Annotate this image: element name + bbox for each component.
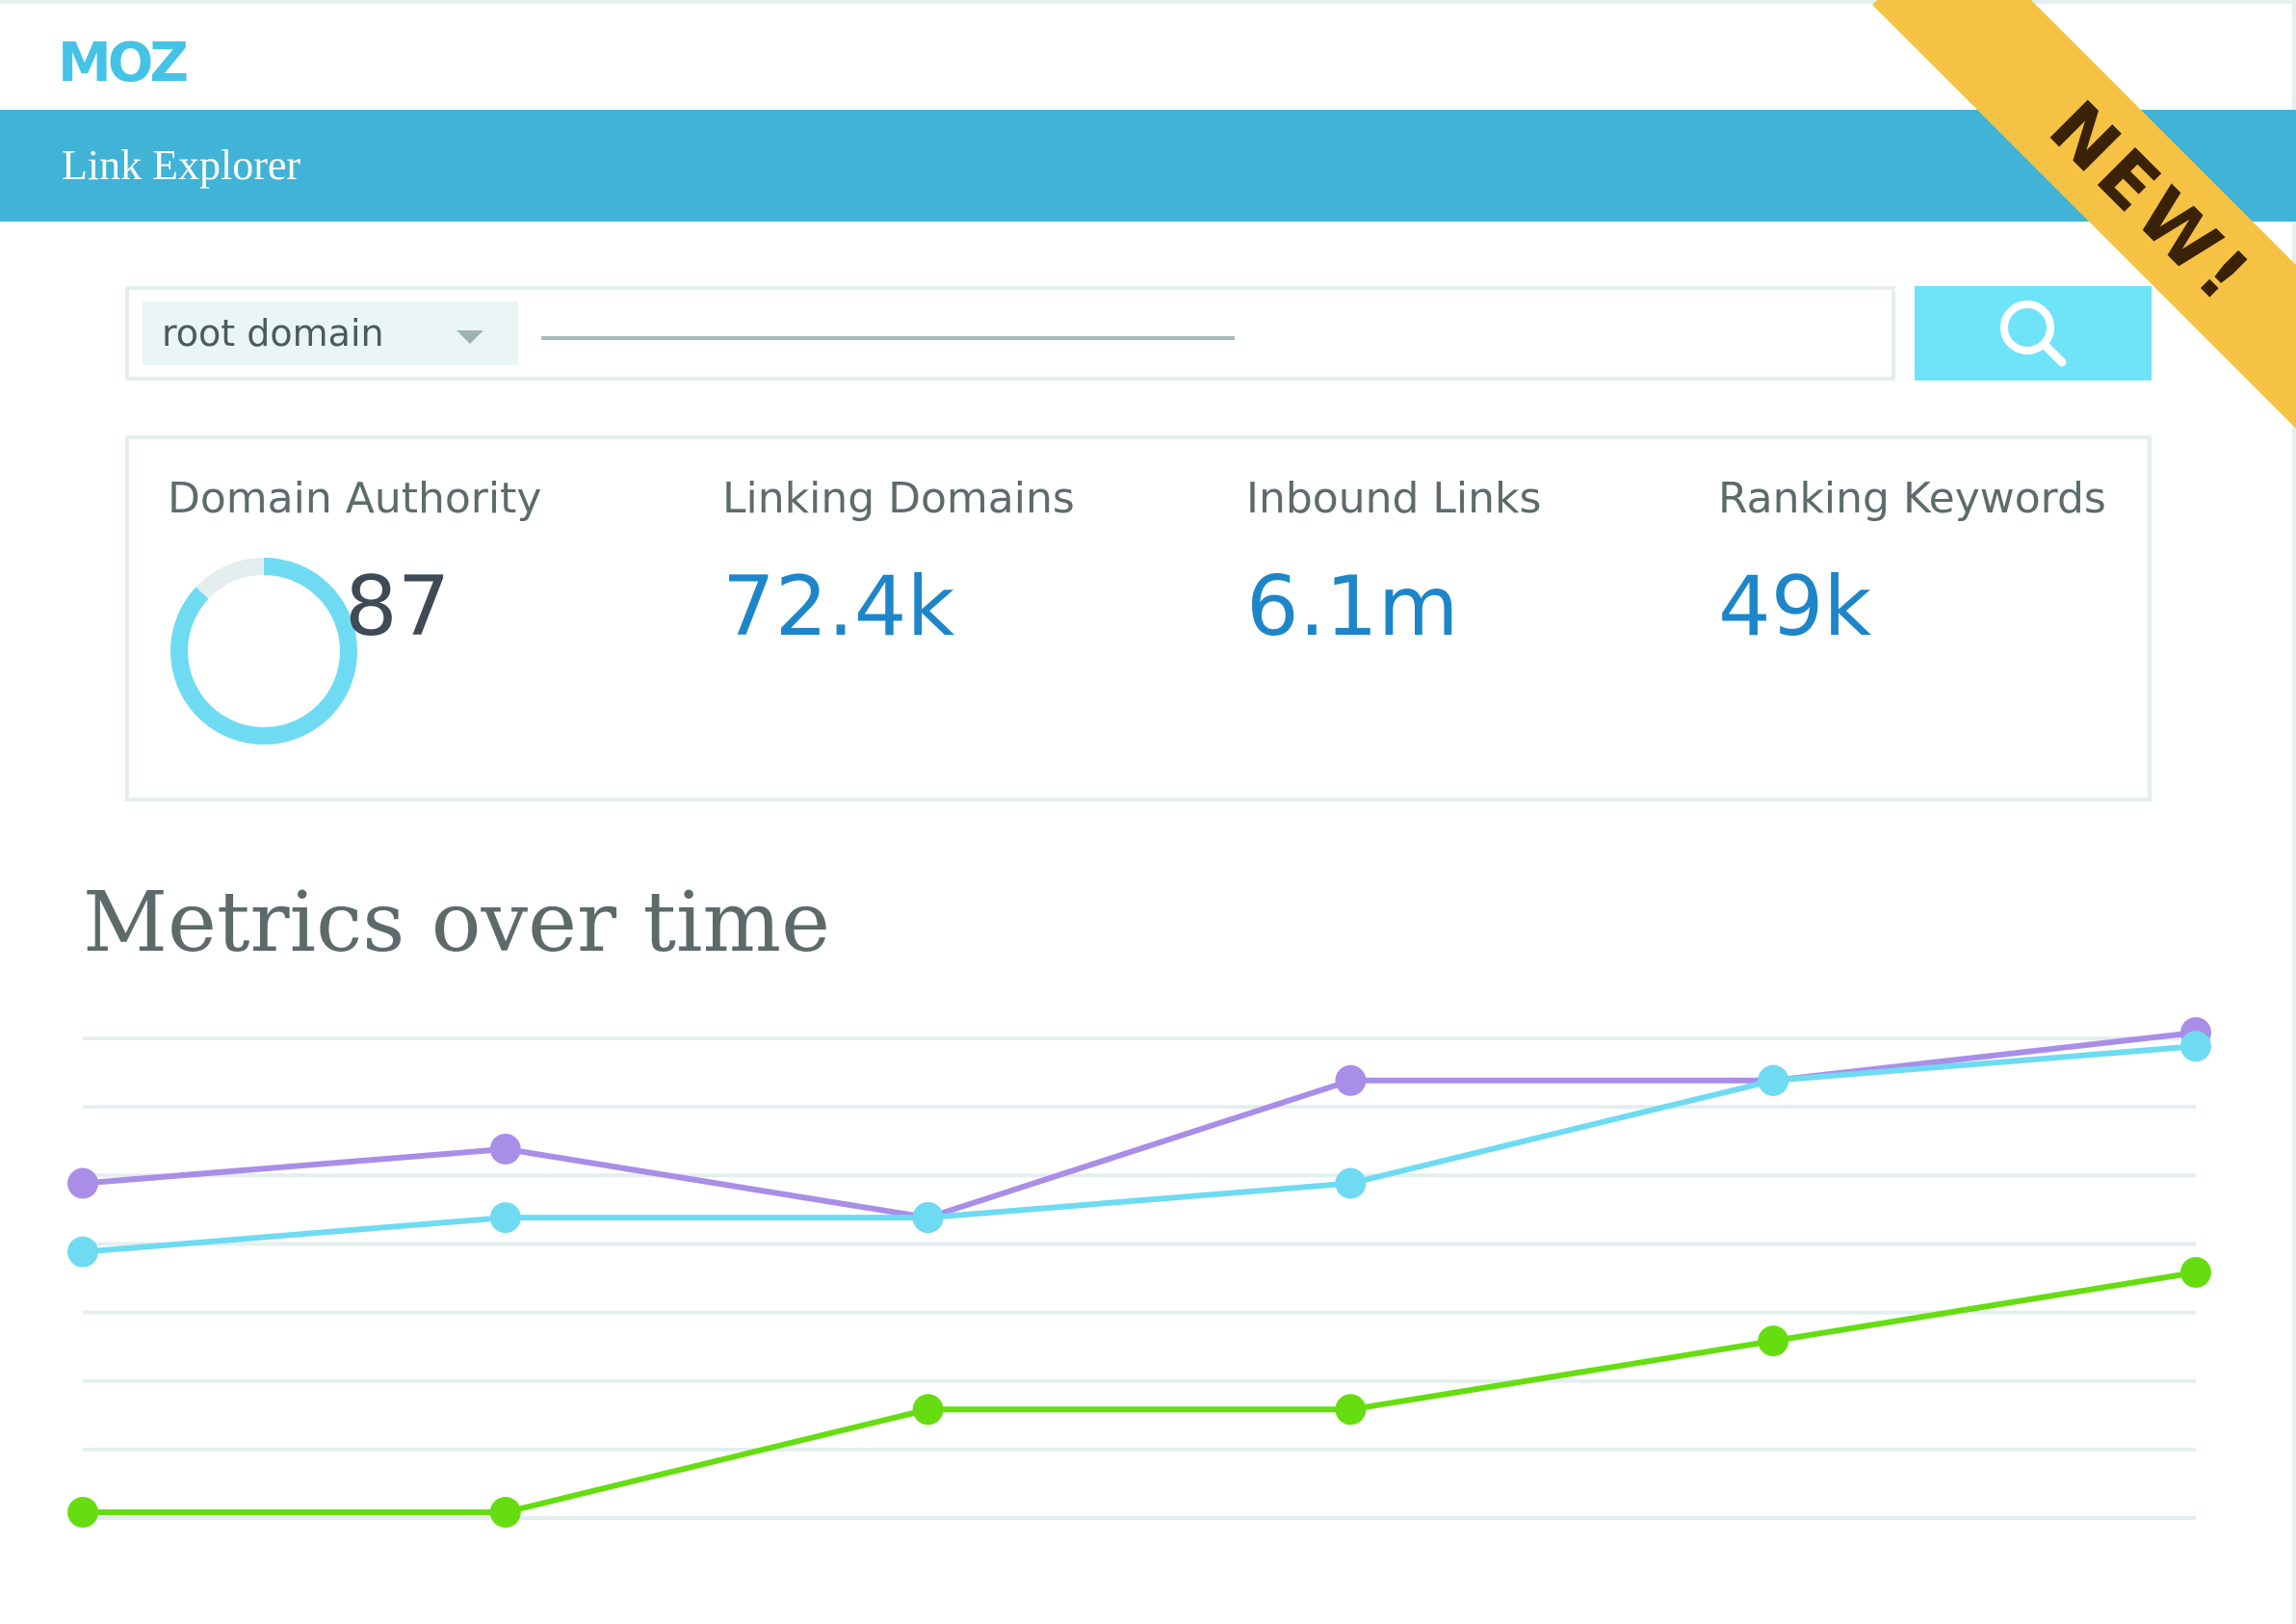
series-2-point [67,1236,98,1268]
series-1-point [1335,1064,1367,1096]
series-line-3 [83,1270,2197,1515]
series-3-point [1758,1325,1789,1357]
series-3-point [2180,1257,2211,1288]
series-3-point [67,1497,98,1528]
series-3-point [1335,1394,1367,1426]
series-2-point [2180,1031,2211,1062]
series-2-point [1758,1064,1789,1096]
series-1-point [489,1133,521,1165]
series-2-point [1335,1167,1367,1199]
series-3-point [912,1394,944,1426]
series-2-point [489,1202,521,1234]
series-3-point [489,1497,521,1528]
series-1-point [67,1167,98,1199]
series-line-1 [82,1030,2197,1221]
series-2-point [912,1202,944,1234]
metrics-chart [67,1017,2211,1528]
